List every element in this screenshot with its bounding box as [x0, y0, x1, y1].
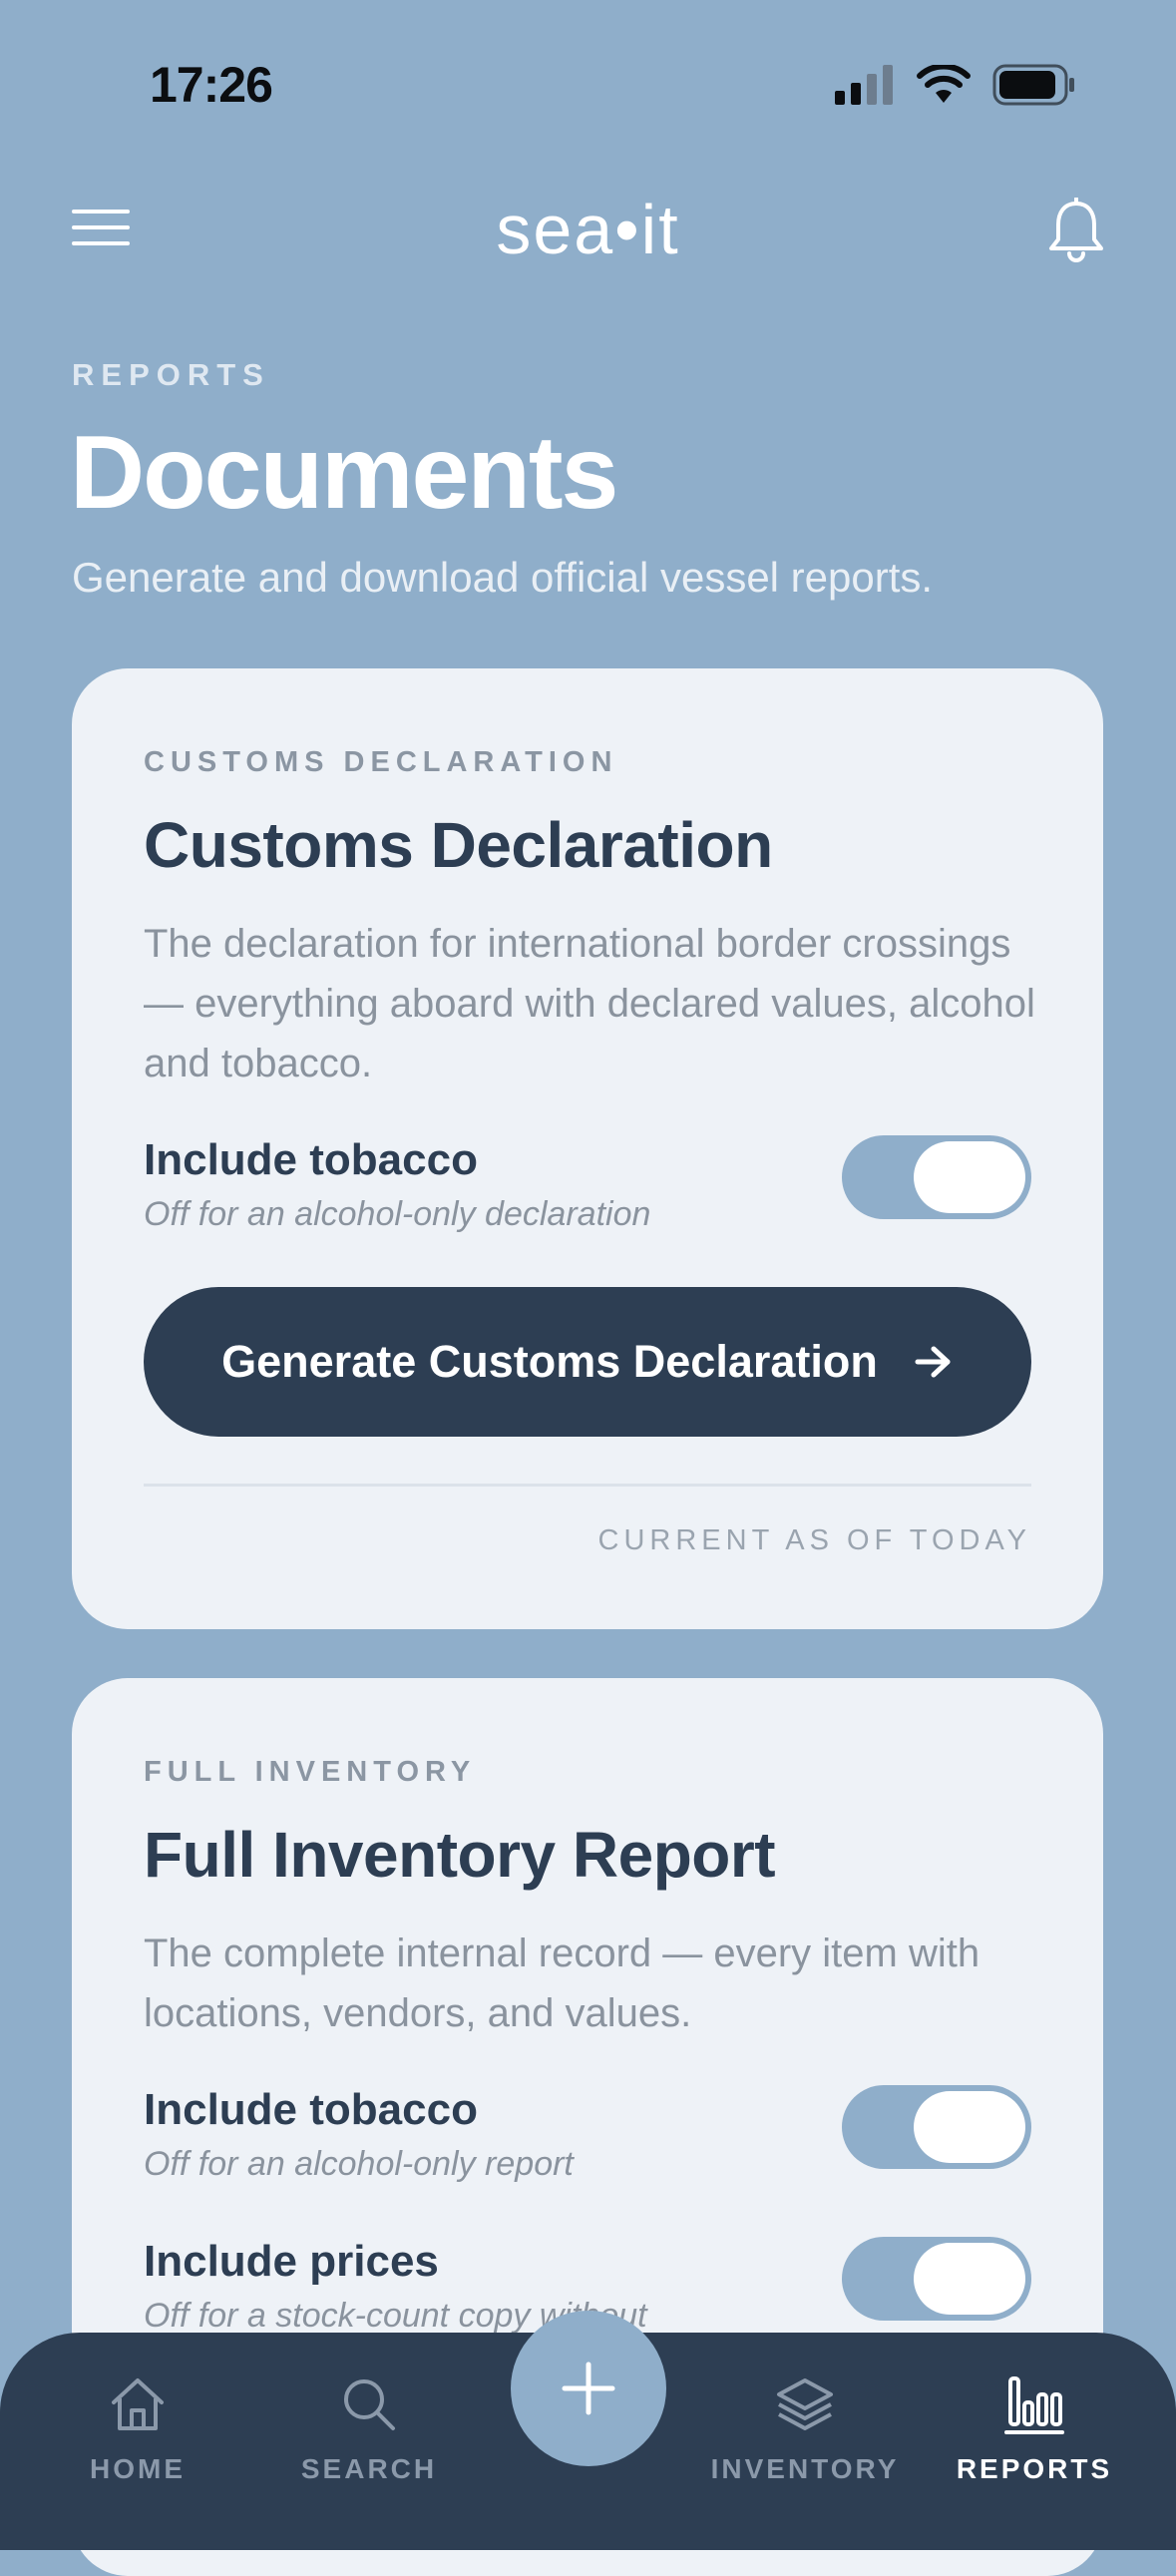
tab-label: REPORTS — [956, 2453, 1113, 2484]
tab-inventory[interactable]: INVENTORY — [695, 2372, 915, 2485]
tab-home[interactable]: HOME — [28, 2372, 247, 2485]
toggle-knob — [914, 2243, 1025, 2315]
toggle-label: Include tobacco — [144, 2085, 478, 2134]
layers-icon — [777, 2378, 833, 2430]
card-title: Full Inventory Report — [144, 1819, 776, 1891]
battery-icon — [992, 64, 1074, 106]
generate-customs-declaration-button[interactable]: Generate Customs Declaration — [144, 1287, 1031, 1437]
status-bar: 17:26 — [0, 0, 1176, 170]
tab-label: HOME — [90, 2453, 186, 2484]
tab-label: INVENTORY — [710, 2453, 900, 2484]
home-icon — [112, 2378, 164, 2430]
plus-icon — [562, 2361, 615, 2415]
status-icons — [835, 64, 1076, 106]
notifications-button[interactable] — [1046, 197, 1106, 268]
card-description: The declaration for international border… — [144, 922, 1035, 1085]
divider — [144, 1484, 1031, 1487]
page-title: Documents — [70, 415, 618, 531]
toggle-knob — [914, 1141, 1025, 1213]
include-tobacco-toggle[interactable] — [842, 1135, 1031, 1219]
toggle-label: Include prices — [144, 2237, 439, 2286]
bell-icon — [1049, 197, 1103, 262]
include-tobacco-toggle[interactable] — [842, 2085, 1031, 2169]
toggle-label: Include tobacco — [144, 1135, 478, 1184]
tab-search[interactable]: SEARCH — [259, 2372, 479, 2485]
wifi-icon — [917, 65, 971, 103]
card-eyebrow: FULL INVENTORY — [144, 1756, 477, 1788]
include-tobacco-row: Include tobacco Off for an alcohol-only … — [144, 1135, 1031, 1245]
card-title: Customs Declaration — [144, 809, 773, 881]
tab-reports[interactable]: REPORTS — [925, 2372, 1144, 2485]
app-header: sea•it — [0, 180, 1176, 279]
include-tobacco-row: Include tobacco Off for an alcohol-only … — [144, 2085, 1031, 2195]
tab-label: SEARCH — [300, 2453, 438, 2484]
button-label: Generate Customs Declaration — [221, 1336, 878, 1387]
status-time: 17:26 — [150, 57, 273, 113]
card-eyebrow: CUSTOMS DECLARATION — [144, 746, 618, 778]
page-subtitle: Generate and download official vessel re… — [72, 554, 934, 601]
add-button[interactable] — [511, 2311, 666, 2466]
toggle-hint: Off for an alcohol-only declaration — [144, 1195, 651, 1233]
search-icon — [344, 2379, 395, 2430]
toggle-knob — [914, 2091, 1025, 2163]
arrow-right-icon — [915, 1346, 951, 1378]
card-description: The complete internal record — every ite… — [144, 1932, 980, 2035]
cellular-signal-icon — [835, 65, 893, 105]
app-logo: sea•it — [496, 191, 680, 268]
bar-chart-icon — [1004, 2376, 1064, 2434]
page-eyebrow: REPORTS — [72, 357, 270, 392]
card-footer-status: CURRENT AS OF TODAY — [597, 1524, 1031, 1556]
toggle-hint: Off for an alcohol-only report — [144, 2145, 574, 2183]
include-prices-toggle[interactable] — [842, 2237, 1031, 2321]
customs-declaration-card: CUSTOMS DECLARATION Customs Declaration … — [72, 668, 1103, 1629]
